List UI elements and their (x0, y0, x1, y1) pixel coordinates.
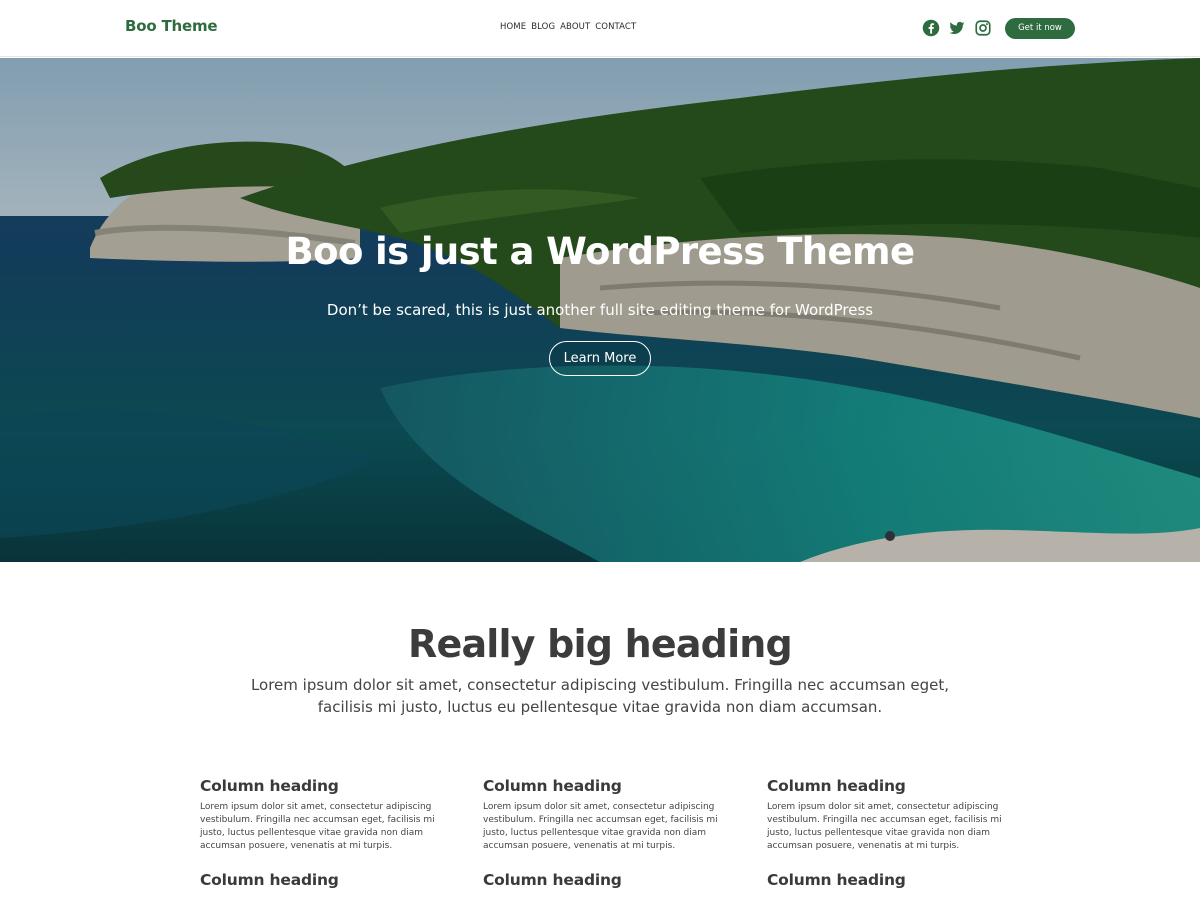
facebook-icon (922, 19, 940, 37)
learn-more-button[interactable]: Learn More (549, 341, 651, 376)
section-heading: Really big heading (408, 622, 793, 666)
column-5: Column heading (483, 871, 723, 889)
main-nav: HOME BLOG ABOUT CONTACT (500, 22, 636, 32)
facebook-link[interactable] (922, 19, 940, 37)
column-6: Column heading (767, 871, 1007, 889)
nav-link-blog[interactable]: BLOG (531, 22, 555, 32)
hero-section: Boo is just a WordPress Theme Don’t be s… (0, 58, 1200, 562)
instagram-link[interactable] (974, 19, 992, 37)
section-intro-text: Lorem ipsum dolor sit amet, consectetur … (250, 676, 950, 716)
twitter-icon (949, 21, 965, 34)
column-heading: Column heading (483, 777, 622, 795)
site-brand-link[interactable]: Boo Theme (125, 17, 218, 35)
column-4: Column heading (200, 871, 440, 889)
column-3: Column heading Lorem ipsum dolor sit ame… (767, 777, 1007, 853)
instagram-icon (975, 20, 991, 36)
column-text: Lorem ipsum dolor sit amet, consectetur … (483, 802, 718, 851)
nav-link-contact[interactable]: CONTACT (595, 22, 636, 32)
column-1: Column heading Lorem ipsum dolor sit ame… (200, 777, 440, 853)
column-heading: Column heading (483, 871, 622, 889)
column-heading: Column heading (200, 777, 339, 795)
nav-link-home[interactable]: HOME (500, 22, 526, 32)
column-text: Lorem ipsum dolor sit amet, consectetur … (767, 802, 1002, 851)
column-heading: Column heading (200, 871, 339, 889)
nav-link-about[interactable]: ABOUT (560, 22, 590, 32)
column-heading: Column heading (767, 777, 906, 795)
column-heading: Column heading (767, 871, 906, 889)
hero-subtitle: Don’t be scared, this is just another fu… (326, 301, 874, 319)
site-header: Boo Theme HOME BLOG ABOUT CONTACT Get it… (0, 0, 1200, 57)
get-it-now-button[interactable]: Get it now (1005, 18, 1075, 39)
column-2: Column heading Lorem ipsum dolor sit ame… (483, 777, 723, 853)
column-text: Lorem ipsum dolor sit amet, consectetur … (200, 802, 435, 851)
hero-title: Boo is just a WordPress Theme (285, 230, 916, 273)
twitter-link[interactable] (948, 19, 966, 37)
social-links (922, 19, 992, 37)
